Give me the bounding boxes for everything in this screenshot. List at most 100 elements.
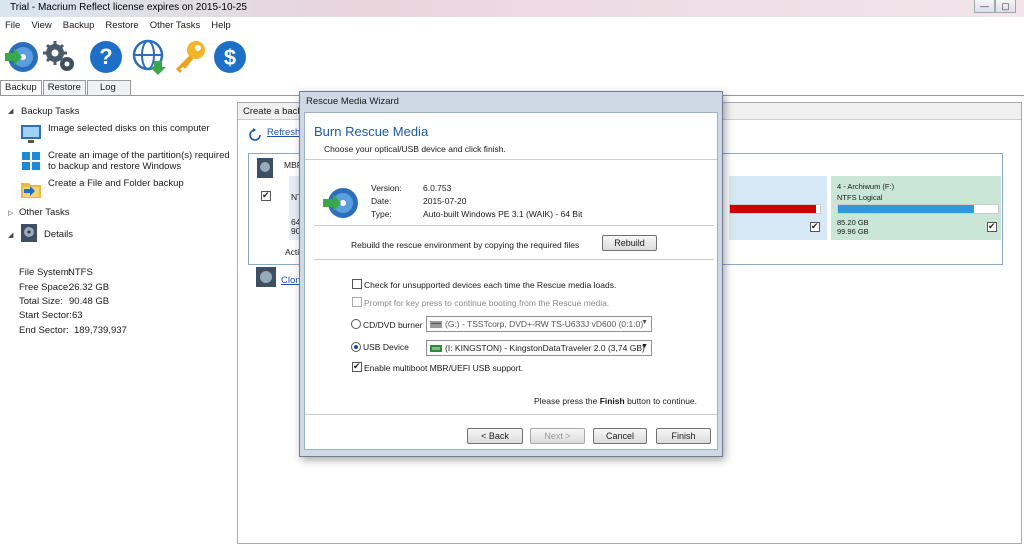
backup-tasks-heading[interactable]: Backup Tasks: [21, 106, 79, 117]
divider: [305, 159, 717, 160]
app-title: Trial - Macrium Reflect: [10, 2, 111, 13]
task-label: Create an image of the partition(s) requ…: [48, 150, 230, 172]
tab-backup[interactable]: Backup: [0, 80, 42, 96]
cd-dvd-radio[interactable]: [351, 319, 361, 329]
menu-restore[interactable]: Restore: [100, 17, 144, 35]
refresh-icon[interactable]: [248, 128, 262, 142]
svg-text:?: ?: [99, 44, 112, 69]
finish-note-pre: Please press the: [534, 396, 600, 406]
active-label: Acti: [285, 247, 300, 257]
detail-end-sector: End Sector: 189,739,937: [19, 325, 127, 336]
rescue-disc-icon: [323, 188, 358, 218]
cd-dvd-select[interactable]: (G:) - TSSTcorp, DVD+-RW TS-U633J vD600 …: [426, 316, 652, 332]
usb-device-radio[interactable]: [351, 342, 361, 352]
detail-total-size: Total Size: 90.48 GB: [19, 296, 109, 307]
type-value: Auto-built Windows PE 3.1 (WAIK) - 64 Bi…: [423, 209, 583, 219]
optical-drive-icon: [430, 321, 442, 328]
finish-button[interactable]: Finish: [656, 428, 711, 444]
menu-help[interactable]: Help: [206, 17, 237, 35]
folder-icon: [21, 183, 41, 198]
main-tabs: Backup Restore Log: [0, 80, 132, 96]
menu-bar: File View Backup Restore Other Tasks Hel…: [0, 17, 1024, 35]
detail-file-system: File System: NTFS: [19, 267, 93, 278]
menu-other-tasks[interactable]: Other Tasks: [145, 17, 207, 35]
partition-3-checkbox[interactable]: [810, 221, 820, 232]
details-heading[interactable]: Details: [44, 229, 73, 240]
dialog-title: Rescue Media Wizard: [306, 96, 399, 107]
other-tasks-heading[interactable]: Other Tasks: [19, 207, 70, 218]
back-button[interactable]: < Back: [467, 428, 523, 444]
tab-restore[interactable]: Restore: [42, 80, 86, 95]
usb-device-label[interactable]: USB Device: [363, 342, 409, 352]
collapse-arrow-icon[interactable]: ◢: [8, 107, 13, 115]
detail-start-sector: Start Sector: 63: [19, 310, 83, 321]
minimize-button[interactable]: —: [974, 0, 995, 13]
date-value: 2015-07-20: [423, 196, 467, 206]
detail-value: 189,739,937: [74, 325, 127, 336]
hard-disk-icon: [257, 158, 273, 178]
multiboot-label[interactable]: Enable multiboot MBR/UEFI USB support.: [364, 363, 523, 373]
clone-disk-icon[interactable]: [255, 266, 277, 288]
detail-label: Start Sector:: [19, 310, 72, 321]
maximize-button[interactable]: ▢: [995, 0, 1016, 13]
check-unsupported-label[interactable]: Check for unsupported devices each time …: [364, 280, 616, 290]
version-value: 6.0.753: [423, 183, 452, 193]
title-bar: Trial - Macrium Reflect license expires …: [0, 0, 1024, 17]
detail-label: File System:: [19, 267, 72, 278]
collapse-arrow-icon[interactable]: ◢: [8, 231, 13, 239]
partition-4-usage-bar: [837, 204, 999, 214]
key-icon[interactable]: [172, 39, 208, 75]
windows-icon: [22, 152, 40, 170]
detail-value: NTFS: [68, 267, 93, 278]
partition-3-usage-bar: [729, 204, 821, 214]
tab-log[interactable]: Log: [86, 80, 131, 95]
cd-dvd-value: (G:) - TSSTcorp, DVD+-RW TS-U633J vD600 …: [445, 319, 644, 329]
rebuild-button[interactable]: Rebuild: [602, 235, 657, 251]
rescue-disc-icon[interactable]: [3, 39, 39, 75]
usb-device-value: (I: KINGSTON) - KingstonDataTraveler 2.0…: [445, 343, 645, 353]
partition-4-used: 85.20 GB: [837, 218, 869, 227]
type-label: Type:: [371, 209, 392, 219]
dialog-subheading: Choose your optical/USB device and click…: [324, 144, 506, 154]
purchase-dollar-icon[interactable]: $: [212, 39, 248, 75]
partition-4-total: 99.96 GB: [837, 227, 869, 236]
cancel-button[interactable]: Cancel: [593, 428, 647, 444]
partition-4-type: NTFS Logical: [837, 193, 883, 202]
clone-link[interactable]: Clon: [281, 275, 301, 286]
partition-1-checkbox[interactable]: [261, 190, 271, 201]
monitor-icon: [21, 125, 41, 143]
settings-gears-icon[interactable]: [42, 39, 78, 75]
window-title: Trial - Macrium Reflect license expires …: [10, 2, 247, 13]
disk-details-icon: [21, 224, 37, 242]
svg-text:$: $: [224, 45, 236, 70]
web-update-icon[interactable]: [132, 39, 168, 75]
detail-value: 90.48 GB: [69, 296, 110, 307]
multiboot-checkbox[interactable]: [352, 361, 362, 372]
rebuild-text: Rebuild the rescue environment by copyin…: [351, 240, 580, 250]
expand-arrow-icon[interactable]: ▷: [8, 209, 13, 217]
chevron-down-icon: ▼: [641, 343, 648, 350]
help-icon[interactable]: ?: [88, 39, 124, 75]
version-label: Version:: [371, 183, 402, 193]
prompt-keypress-checkbox[interactable]: [352, 297, 362, 307]
divider: [314, 259, 714, 260]
next-button[interactable]: Next >: [530, 428, 585, 444]
partition-4-checkbox[interactable]: [987, 221, 997, 232]
menu-file[interactable]: File: [0, 17, 26, 35]
refresh-link[interactable]: Refresh: [267, 127, 300, 138]
usb-device-select[interactable]: (I: KINGSTON) - KingstonDataTraveler 2.0…: [426, 340, 652, 356]
sidebar: ◢ Backup Tasks Image selected disks on t…: [0, 96, 236, 544]
toolbar: ? $: [0, 35, 1024, 80]
menu-backup[interactable]: Backup: [58, 17, 101, 35]
menu-view[interactable]: View: [26, 17, 57, 35]
check-unsupported-checkbox[interactable]: [352, 279, 362, 289]
partition-4-title: 4 - Archiwum (F:): [837, 182, 895, 191]
task-label: Image selected disks on this computer: [48, 123, 210, 134]
detail-value: 26.32 GB: [69, 282, 110, 293]
cd-dvd-label[interactable]: CD/DVD burner: [363, 320, 423, 330]
prompt-keypress-label[interactable]: Prompt for key press to continue booting…: [364, 298, 609, 308]
finish-note: Please press the Finish button to contin…: [534, 396, 697, 406]
dialog-heading: Burn Rescue Media: [314, 124, 429, 139]
detail-label: Free Space:: [19, 282, 71, 293]
usb-drive-icon: [430, 345, 442, 352]
